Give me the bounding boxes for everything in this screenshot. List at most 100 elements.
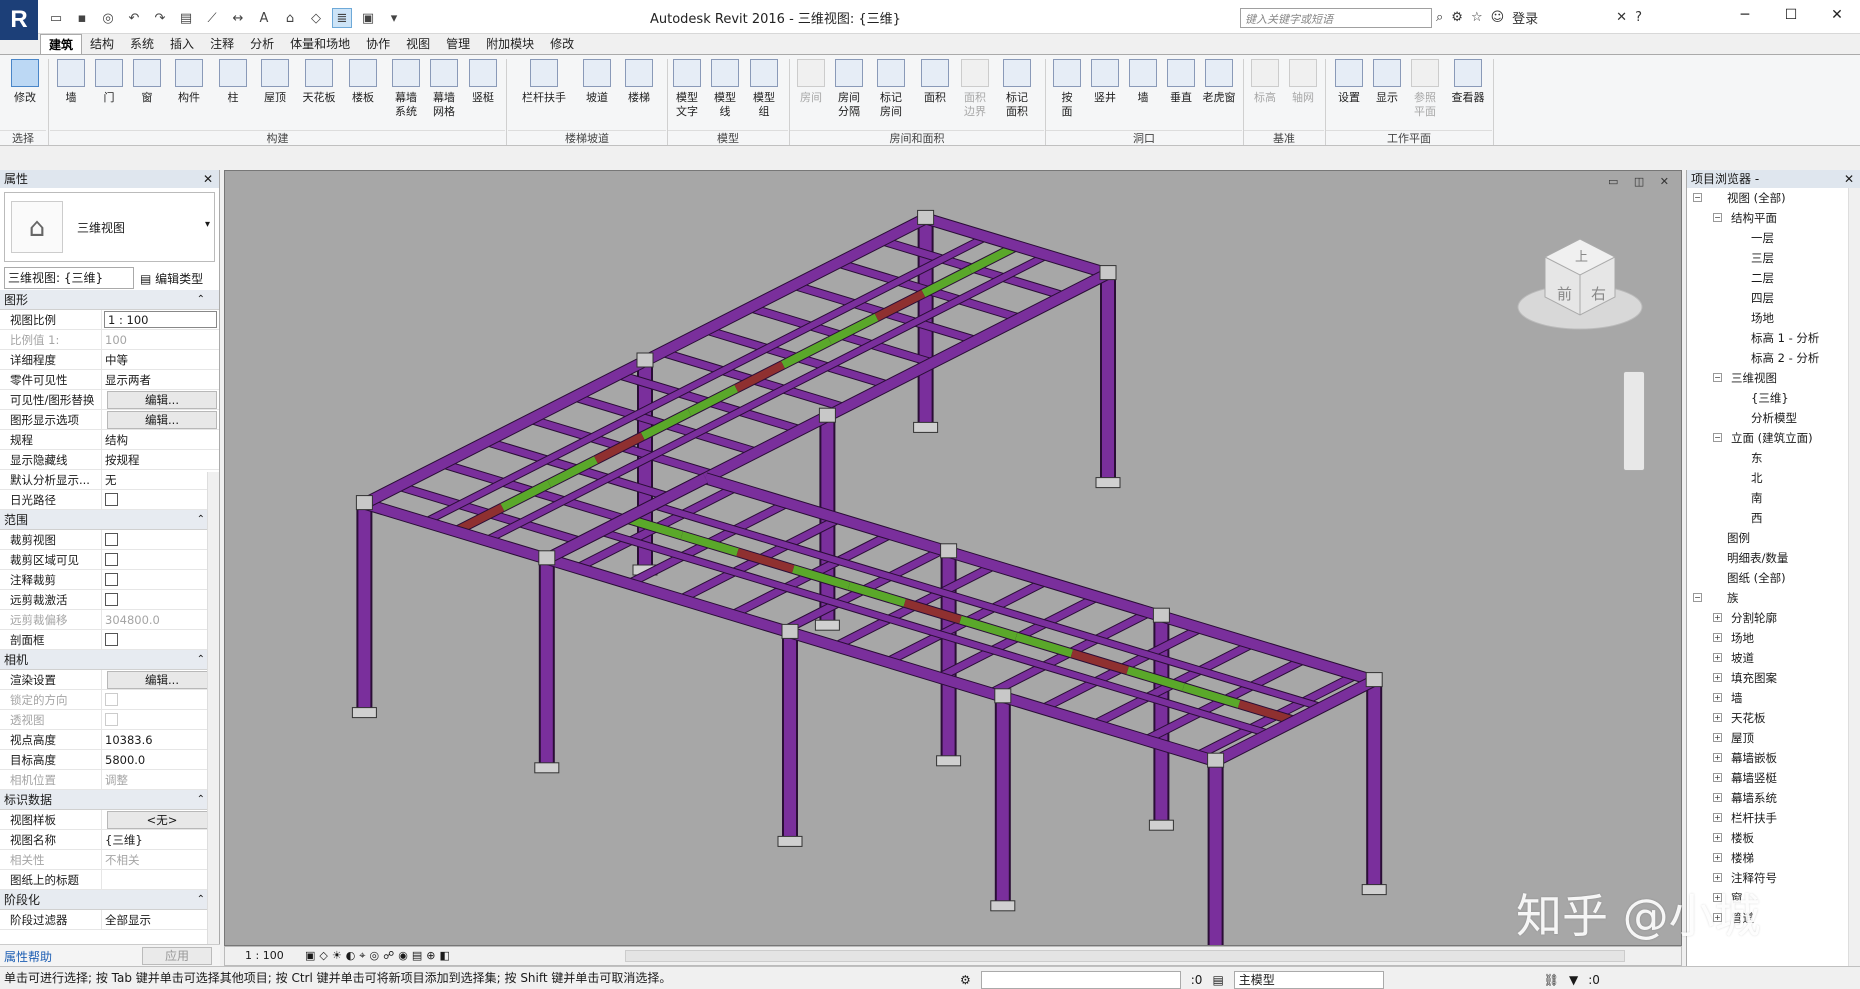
expand-icon[interactable]: + (1713, 693, 1722, 702)
mullion-button[interactable]: 竖梃 (464, 59, 502, 105)
customize-qat-icon[interactable]: ▾ (384, 8, 404, 28)
view-control-icons[interactable]: ▣◇☀◐⌖◎☍◉▤⊕◧ (305, 947, 454, 965)
view-window-controls[interactable]: ▭ ◫ ✕ (1608, 175, 1675, 188)
favorites-icon[interactable]: ☆ (1471, 10, 1483, 25)
level-button[interactable]: 标高 (1246, 59, 1284, 105)
connection-node[interactable] (1099, 265, 1117, 281)
section-icon[interactable]: ◇ (306, 8, 326, 28)
user-icon[interactable]: ☺ (1491, 10, 1505, 25)
expand-icon[interactable]: + (1713, 833, 1722, 842)
browser-node[interactable]: 三层 (1687, 248, 1860, 268)
property-value[interactable] (102, 590, 219, 609)
modify-button[interactable]: 修改 (6, 59, 44, 105)
filter-icon[interactable]: ▼ (1569, 969, 1578, 989)
collapse-icon[interactable]: ⌃ (197, 510, 205, 530)
text-icon[interactable]: A (254, 8, 274, 28)
connection-node[interactable] (818, 407, 836, 423)
connection-node[interactable] (538, 550, 556, 566)
ribbon-tab[interactable]: 协作 (358, 34, 398, 54)
print-icon[interactable]: ▤ (176, 8, 196, 28)
property-value[interactable]: 结构 (102, 430, 219, 449)
collapse-icon[interactable]: − (1713, 213, 1722, 222)
browser-node[interactable]: + 填充图案 (1687, 668, 1860, 688)
property-value[interactable]: 全部显示 (102, 910, 219, 929)
browser-node[interactable]: 北 (1687, 468, 1860, 488)
edge-beam[interactable] (545, 554, 1218, 766)
ribbon-tab[interactable]: 视图 (398, 34, 438, 54)
girder-segment[interactable] (1015, 632, 1074, 658)
model-line-button[interactable]: 模型线 (706, 59, 744, 119)
base-plate[interactable] (1095, 477, 1121, 489)
base-plate[interactable] (1361, 884, 1387, 896)
browser-node[interactable]: + 场地 (1687, 628, 1860, 648)
thin-lines-icon[interactable]: ≣ (332, 8, 352, 28)
application-menu-button[interactable]: R (0, 0, 38, 40)
property-value[interactable] (102, 630, 219, 649)
expand-icon[interactable]: + (1713, 853, 1722, 862)
browser-node[interactable]: − 三维视图 (1687, 368, 1860, 388)
property-value[interactable]: 无 (102, 470, 219, 489)
ramp-button[interactable]: 坡道 (578, 59, 616, 105)
save-icon[interactable]: ▪ (72, 8, 92, 28)
collapse-icon[interactable]: − (1693, 593, 1702, 602)
browser-node[interactable]: + 天花板 (1687, 708, 1860, 728)
property-section-header[interactable]: 相机 ⌃ (0, 650, 219, 670)
browser-node[interactable]: + 分割轮廓 (1687, 608, 1860, 628)
connection-node[interactable] (636, 352, 654, 368)
expand-icon[interactable]: + (1713, 613, 1722, 622)
viewport-scrollbar[interactable] (625, 950, 1625, 962)
expand-icon[interactable]: + (1713, 653, 1722, 662)
type-selector[interactable]: ⌂ 三维视图 ▾ (4, 192, 215, 262)
collapse-icon[interactable]: ⌃ (197, 890, 205, 910)
minimize-button[interactable]: ─ (1722, 0, 1768, 30)
expand-icon[interactable]: + (1713, 733, 1722, 742)
ribbon-tab[interactable]: 插入 (162, 34, 202, 54)
browser-node[interactable]: 明细表/数量 (1687, 548, 1860, 568)
edge-beam[interactable] (362, 498, 549, 564)
edit-button[interactable]: <无> (107, 811, 217, 829)
close-icon[interactable]: ✕ (1844, 170, 1854, 188)
browser-node[interactable]: − 族 (1687, 588, 1860, 608)
tag-area-button[interactable]: 标记 面积 (998, 59, 1036, 119)
search-input[interactable]: 键入关键字或短语 (1240, 8, 1432, 28)
browser-node[interactable]: − 立面 (建筑立面) (1687, 428, 1860, 448)
base-plate[interactable] (913, 421, 939, 433)
help-icon[interactable]: ? (1635, 10, 1642, 25)
close-icon[interactable]: ✕ (203, 170, 213, 188)
connection-node[interactable] (1207, 752, 1225, 768)
browser-node[interactable]: 东 (1687, 448, 1860, 468)
switch-windows-icon[interactable]: ▣ (358, 8, 378, 28)
browser-node[interactable]: 图例 (1687, 528, 1860, 548)
apply-button[interactable]: 应用 (142, 947, 212, 965)
viewcube[interactable]: 上 前 右 (1505, 217, 1655, 347)
design-option-dropdown[interactable]: 主模型 (1233, 971, 1384, 989)
redo-icon[interactable]: ↷ (150, 8, 170, 28)
browser-node[interactable]: 四层 (1687, 288, 1860, 308)
collapse-icon[interactable]: ⌃ (197, 650, 205, 670)
default-3d-view-icon[interactable]: ⌂ (280, 8, 300, 28)
curtain-grid-button[interactable]: 幕墙 网格 (425, 59, 463, 119)
property-section-header[interactable]: 标识数据 ⌃ (0, 790, 219, 810)
expand-icon[interactable]: + (1713, 633, 1722, 642)
expand-icon[interactable]: + (1713, 713, 1722, 722)
column-button[interactable]: 柱 (214, 59, 252, 105)
base-plate[interactable] (936, 755, 962, 767)
checkbox[interactable] (105, 593, 118, 606)
wall-button[interactable]: 墙 (52, 59, 90, 105)
browser-node[interactable]: 一层 (1687, 228, 1860, 248)
browser-node[interactable]: 西 (1687, 508, 1860, 528)
model-group-button[interactable]: 模型组 (745, 59, 783, 119)
3d-viewport[interactable]: ▭ ◫ ✕ 上 前 右 (224, 170, 1682, 946)
ribbon-tab[interactable]: 体量和场地 (282, 34, 358, 54)
ribbon-tab[interactable]: 建筑 (40, 34, 83, 54)
dimension-icon[interactable]: ↔ (228, 8, 248, 28)
wall-opening-button[interactable]: 墙 (1124, 59, 1162, 105)
sync-icon[interactable]: ◎ (98, 8, 118, 28)
railing-button[interactable]: 栏杆扶手 (516, 59, 572, 105)
browser-node[interactable]: + 幕墙嵌板 (1687, 748, 1860, 768)
measure-icon[interactable]: ⟋ (202, 8, 222, 28)
workplane-set-button[interactable]: 设置 (1330, 59, 1368, 105)
expand-icon[interactable]: + (1713, 813, 1722, 822)
structural-model-3d[interactable] (225, 171, 1682, 946)
edit-button[interactable]: 编辑... (107, 391, 217, 409)
